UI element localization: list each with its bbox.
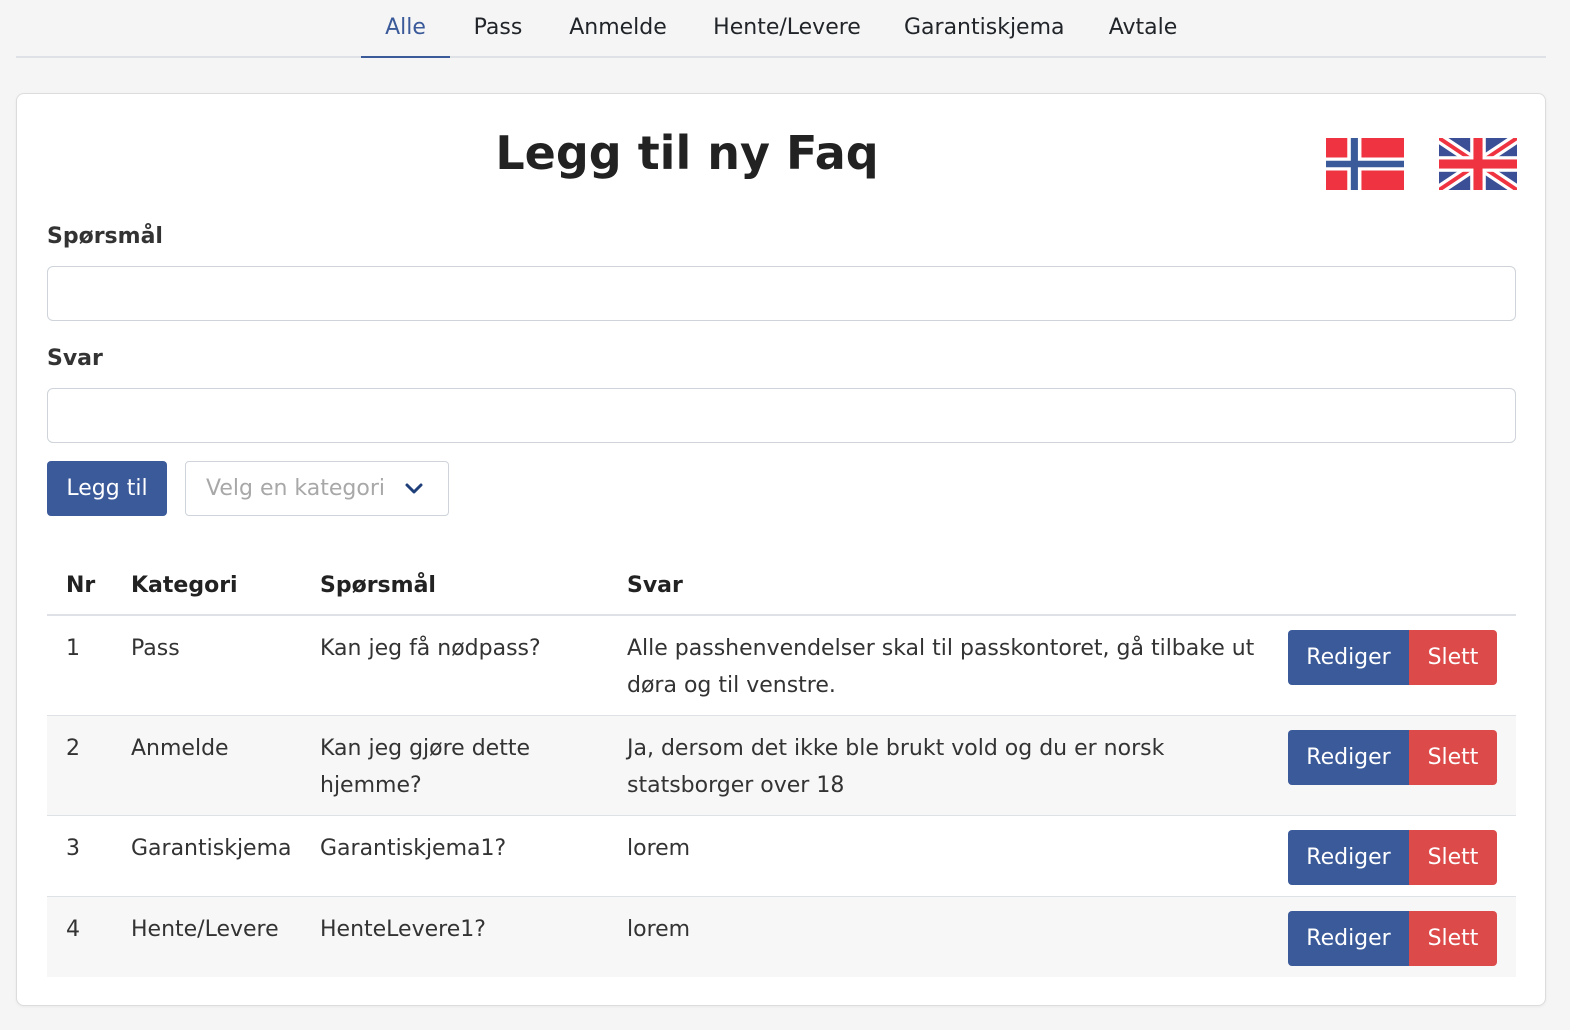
row-question: Garantiskjema1?	[320, 836, 507, 861]
row-nr: 1	[66, 636, 80, 661]
page-title: Legg til ny Faq	[495, 126, 879, 180]
add-faq-button[interactable]: Legg til	[47, 461, 167, 516]
delete-button[interactable]: Slett	[1409, 911, 1497, 966]
row-answer: Ja, dersom det ikke ble brukt vold og du…	[627, 736, 1165, 798]
edit-button[interactable]: Rediger	[1288, 830, 1409, 885]
header-question: Spørsmål	[320, 573, 436, 598]
edit-button[interactable]: Rediger	[1288, 911, 1409, 966]
row-answer: lorem	[627, 917, 691, 942]
faq-card: Legg til ny Faq Spørsmål Svar Legg til V…	[16, 93, 1546, 1006]
row-category: Anmelde	[131, 736, 229, 761]
edit-button[interactable]: Rediger	[1288, 630, 1409, 685]
table-row: 2 Anmelde Kan jeg gjøre dette hjemme? Ja…	[47, 716, 1516, 816]
row-category: Garantiskjema	[131, 836, 292, 861]
norwegian-flag-icon[interactable]	[1326, 138, 1404, 190]
row-nr: 4	[66, 917, 80, 942]
row-nr: 3	[66, 836, 80, 861]
table-row: 4 Hente/Levere HenteLevere1? lorem Redig…	[47, 897, 1516, 977]
table-row: 1 Pass Kan jeg få nødpass? Alle passhenv…	[47, 616, 1516, 716]
chevron-down-icon	[404, 479, 424, 499]
delete-button[interactable]: Slett	[1409, 730, 1497, 785]
category-select[interactable]: Velg en kategori	[185, 461, 449, 516]
header-category: Kategori	[131, 573, 238, 598]
table-row: 3 Garantiskjema Garantiskjema1? lorem Re…	[47, 816, 1516, 897]
row-question: HenteLevere1?	[320, 917, 486, 942]
category-select-placeholder: Velg en kategori	[206, 476, 385, 501]
tab-avtale[interactable]: Avtale	[1106, 0, 1180, 56]
tab-garantiskjema[interactable]: Garantiskjema	[904, 0, 1065, 56]
row-question: Kan jeg få nødpass?	[320, 636, 541, 661]
answer-label: Svar	[47, 346, 103, 371]
category-tabs: Alle Pass Anmelde Hente/Levere Garantisk…	[16, 0, 1546, 58]
row-answer: Alle passhenvendelser skal til passkonto…	[627, 636, 1255, 698]
header-answer: Svar	[627, 573, 683, 598]
row-question: Kan jeg gjøre dette hjemme?	[320, 736, 530, 798]
row-answer: lorem	[627, 836, 691, 861]
table-header: Nr Kategori Spørsmål Svar	[47, 564, 1516, 616]
tab-hente-levere[interactable]: Hente/Levere	[712, 0, 862, 56]
tab-pass[interactable]: Pass	[468, 0, 528, 56]
row-nr: 2	[66, 736, 80, 761]
row-category: Pass	[131, 636, 180, 661]
tab-anmelde[interactable]: Anmelde	[566, 0, 670, 56]
answer-input[interactable]	[47, 388, 1516, 443]
edit-button[interactable]: Rediger	[1288, 730, 1409, 785]
header-nr: Nr	[66, 573, 96, 598]
faq-table: Nr Kategori Spørsmål Svar 1 Pass Kan jeg…	[47, 564, 1516, 977]
delete-button[interactable]: Slett	[1409, 630, 1497, 685]
tab-alle[interactable]: Alle	[361, 0, 450, 58]
uk-flag-icon[interactable]	[1439, 138, 1517, 190]
question-input[interactable]	[47, 266, 1516, 321]
question-label: Spørsmål	[47, 224, 163, 249]
row-category: Hente/Levere	[131, 917, 279, 942]
delete-button[interactable]: Slett	[1409, 830, 1497, 885]
